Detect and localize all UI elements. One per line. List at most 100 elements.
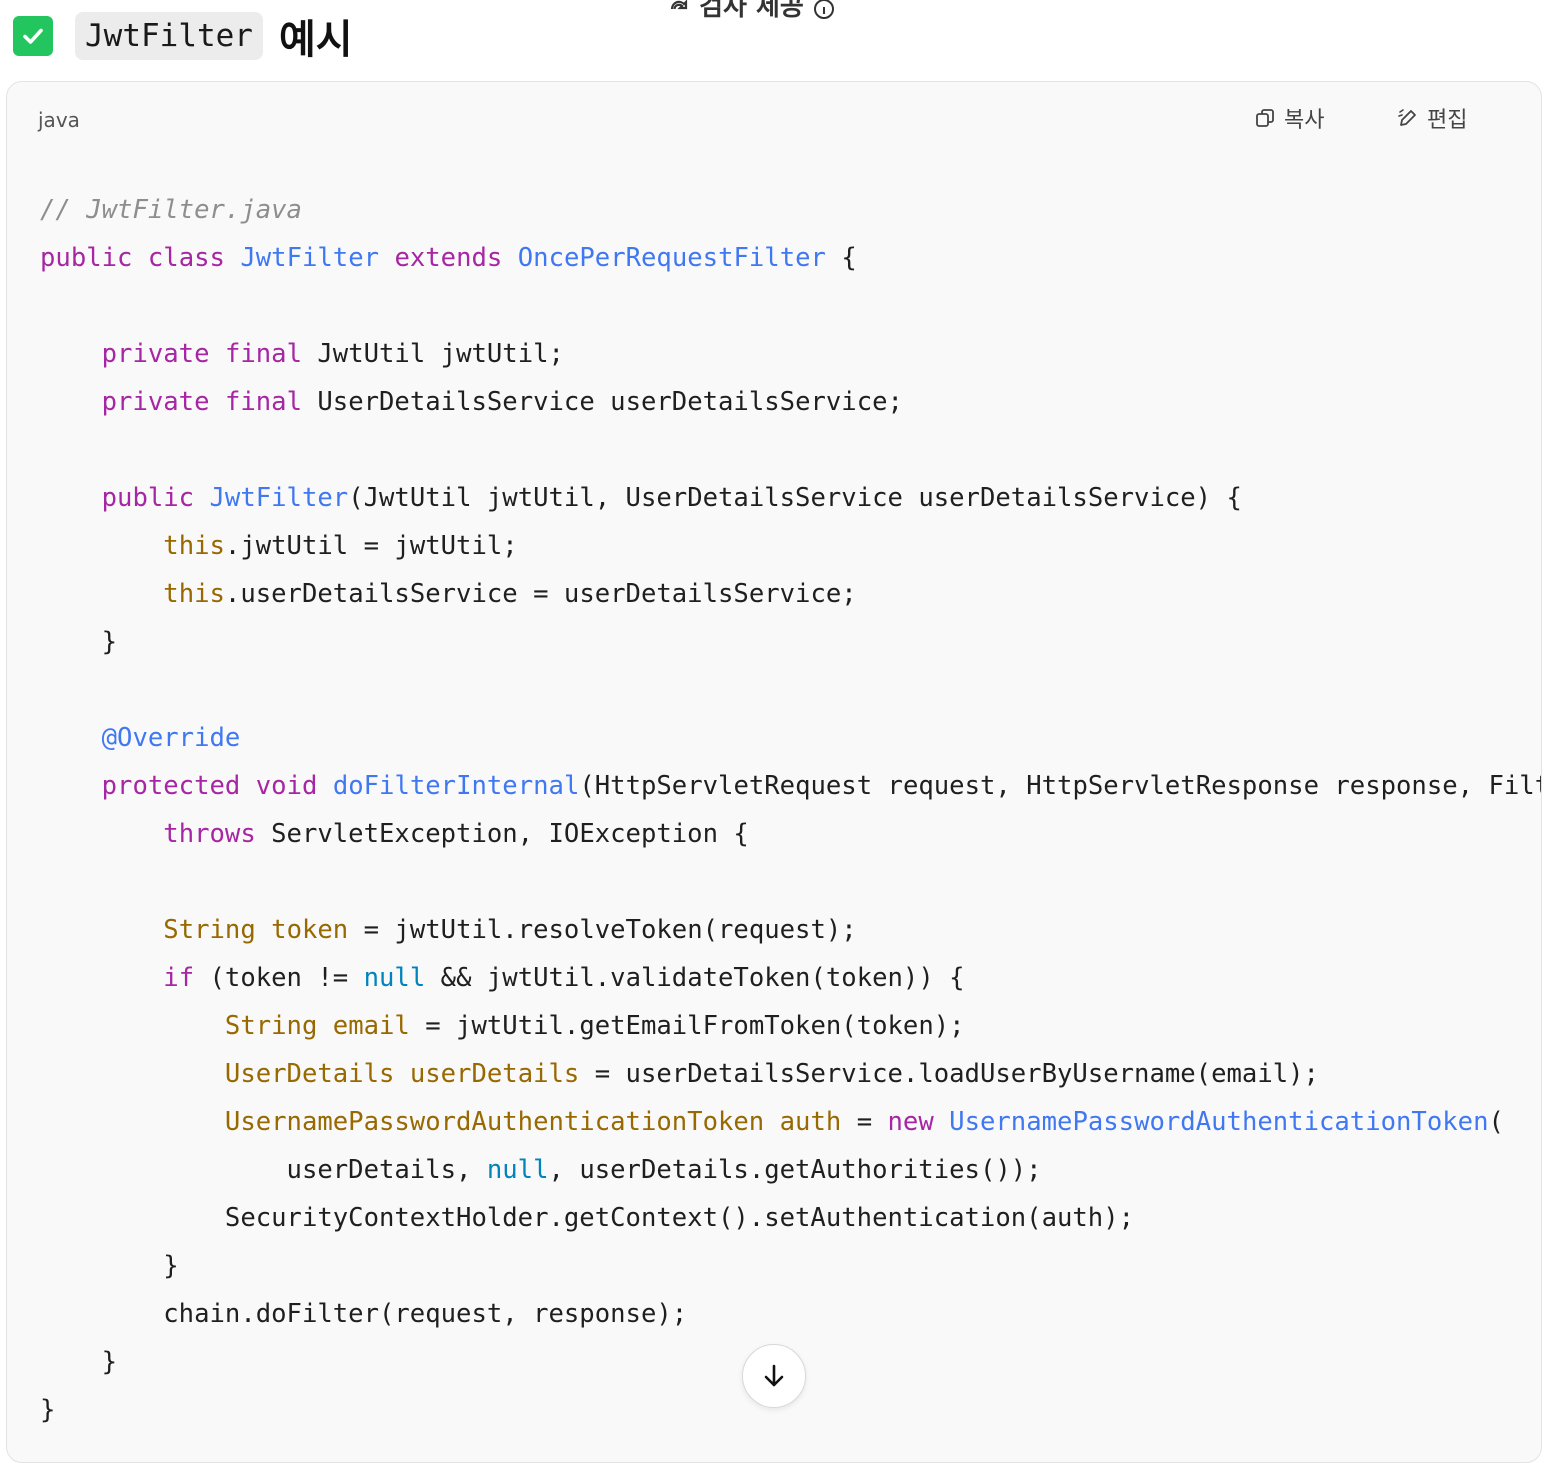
code-token: ServletException, IOException { xyxy=(255,819,749,849)
code-token: final xyxy=(224,387,302,417)
code-token: } xyxy=(40,627,118,657)
section-heading: JwtFilter 예시 xyxy=(13,8,353,64)
code-token: protected xyxy=(101,771,241,801)
code-line: String email = jwtUtil.getEmailFromToken… xyxy=(40,1002,1541,1050)
code-line: public class JwtFilter extends OncePerRe… xyxy=(40,234,1541,282)
top-fragment-label: 검사 제공 xyxy=(699,0,804,22)
code-token: } xyxy=(40,1347,118,1377)
copy-button[interactable]: 복사 xyxy=(1254,102,1324,134)
code-token: ( xyxy=(1488,1107,1504,1137)
refresh-icon xyxy=(668,0,690,19)
code-token: .userDetailsService = userDetailsService… xyxy=(224,579,857,609)
code-token: SecurityContextHolder.getContext().setAu… xyxy=(40,1203,1135,1233)
code-token: final xyxy=(224,339,302,369)
code-token: doFilterInternal xyxy=(332,771,580,801)
code-token: token xyxy=(271,915,349,945)
code-token: this xyxy=(163,579,225,609)
code-line: throws ServletException, IOException { xyxy=(40,810,1541,858)
code-token: && jwtUtil.validateToken(token)) { xyxy=(425,963,965,993)
code-token: @Override xyxy=(101,723,241,753)
code-token: class xyxy=(147,243,225,273)
code-token: UserDetailsService userDetailsService; xyxy=(301,387,903,417)
code-token: JwtFilter xyxy=(209,483,349,513)
code-line: @Override xyxy=(40,714,1541,762)
code-line: } xyxy=(40,1242,1541,1290)
code-token: OncePerRequestFilter xyxy=(517,243,826,273)
code-token: } xyxy=(40,1395,56,1425)
code-token: private xyxy=(101,339,210,369)
code-token: email xyxy=(332,1011,410,1041)
code-token: private xyxy=(101,387,210,417)
code-token: if xyxy=(163,963,195,993)
pencil-icon xyxy=(1398,109,1416,126)
code-token: UserDetails xyxy=(224,1059,395,1089)
code-token: public xyxy=(101,483,195,513)
code-line: } xyxy=(40,618,1541,666)
code-line: // JwtFilter.java xyxy=(40,186,1541,234)
code-line: private final UserDetailsService userDet… xyxy=(40,378,1541,426)
code-line: this.jwtUtil = jwtUtil; xyxy=(40,522,1541,570)
code-line: chain.doFilter(request, response); xyxy=(40,1290,1541,1338)
code-line: public JwtFilter(JwtUtil jwtUtil, UserDe… xyxy=(40,474,1541,522)
code-token: (HttpServletRequest request, HttpServlet… xyxy=(579,771,1542,801)
code-token: String xyxy=(224,1011,318,1041)
code-token: JwtUtil jwtUtil; xyxy=(301,339,564,369)
code-token: = xyxy=(841,1107,888,1137)
code-token: new xyxy=(887,1107,934,1137)
code-token: String xyxy=(163,915,256,945)
code-line: userDetails, null, userDetails.getAuthor… xyxy=(40,1146,1541,1194)
code-token: // JwtFilter.java xyxy=(40,195,302,225)
edit-button[interactable]: 편집 xyxy=(1397,102,1467,134)
code-block-header: java 복사 편집 xyxy=(7,82,1541,158)
top-fragment-header: 검사 제공 xyxy=(668,0,835,23)
code-token: = jwtUtil.resolveToken(request); xyxy=(348,915,857,945)
code-token: extends xyxy=(394,243,503,273)
code-language-label: java xyxy=(38,108,80,132)
code-line: UserDetails userDetails = userDetailsSer… xyxy=(40,1050,1541,1098)
arrow-down-icon xyxy=(764,1364,784,1387)
copy-button-label: 복사 xyxy=(1284,108,1325,133)
code-token: void xyxy=(255,771,318,801)
code-token: } xyxy=(40,1251,179,1281)
code-content: // JwtFilter.java public class JwtFilter … xyxy=(40,186,1542,1434)
info-circle-icon[interactable] xyxy=(813,0,835,19)
scroll-down-button[interactable] xyxy=(742,1344,806,1408)
copy-icon xyxy=(1256,109,1274,127)
code-line: String token = jwtUtil.resolveToken(requ… xyxy=(40,906,1541,954)
code-token: UsernamePasswordAuthenticationToken xyxy=(224,1107,765,1137)
code-token: chain.doFilter(request, response); xyxy=(40,1299,688,1329)
heading-text: 예시 xyxy=(278,17,353,63)
check-square-icon xyxy=(13,16,53,56)
code-token: throws xyxy=(163,819,256,849)
code-token: null xyxy=(363,963,426,993)
code-token: { xyxy=(825,243,857,273)
code-line: private final JwtUtil jwtUtil; xyxy=(40,330,1541,378)
code-token: userDetails xyxy=(409,1059,580,1089)
code-token: .jwtUtil = jwtUtil; xyxy=(224,531,518,561)
code-line: protected void doFilterInternal(HttpServ… xyxy=(40,762,1542,810)
